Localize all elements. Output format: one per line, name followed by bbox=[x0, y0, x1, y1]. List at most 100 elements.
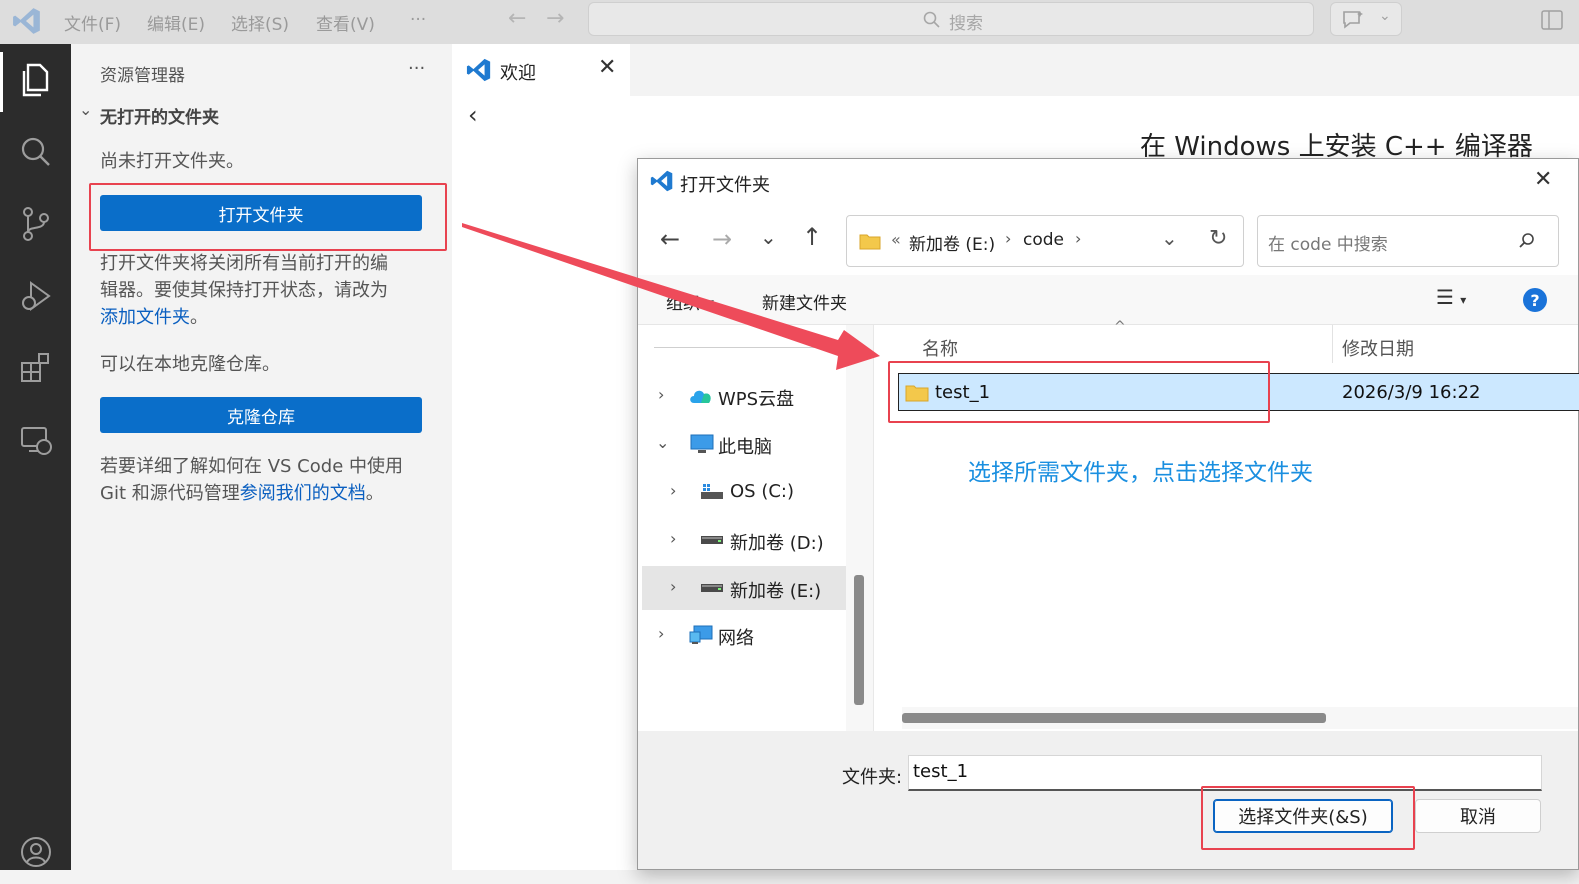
network-icon bbox=[689, 625, 713, 644]
open-folder-button[interactable]: 打开文件夹 bbox=[100, 195, 422, 231]
folder-icon bbox=[859, 234, 881, 250]
os-drive-icon bbox=[701, 484, 723, 499]
chat-button[interactable]: ⌄ bbox=[1330, 2, 1402, 36]
tab-bar: 欢迎 ✕ bbox=[452, 44, 1579, 96]
git-info: 若要详细了解如何在 VS Code 中使用 Git 和源代码管理参阅我们的文档。 bbox=[100, 456, 403, 504]
layout-panel-icon[interactable] bbox=[1540, 8, 1564, 32]
menu-more[interactable]: ··· bbox=[410, 10, 426, 30]
dialog-title: 打开文件夹 bbox=[680, 175, 770, 196]
search-icon bbox=[1519, 233, 1534, 248]
menu-file[interactable]: 文件(F) bbox=[64, 10, 121, 35]
search-placeholder: 在 code 中搜索 bbox=[1268, 235, 1388, 255]
drive-icon bbox=[701, 584, 723, 592]
chevron-down-icon[interactable]: ⌄ bbox=[1161, 226, 1178, 250]
chevron-right-icon: › bbox=[658, 385, 665, 404]
annotation-text: 选择所需文件夹，点击选择文件夹 bbox=[968, 460, 1313, 486]
search-placeholder: 搜索 bbox=[949, 14, 983, 34]
more-actions-icon[interactable]: ··· bbox=[408, 58, 425, 79]
highlight-box bbox=[888, 361, 1270, 423]
close-icon[interactable]: ✕ bbox=[598, 55, 616, 80]
tab-welcome[interactable]: 欢迎 ✕ bbox=[452, 44, 630, 96]
nav-item-this-pc[interactable]: ⌄ 此电脑 bbox=[642, 422, 846, 466]
sidebar-title: 资源管理器 bbox=[100, 66, 185, 86]
go-back-icon[interactable]: ‹ bbox=[468, 101, 478, 129]
refresh-icon[interactable]: ↻ bbox=[1209, 226, 1227, 251]
docs-link[interactable]: 参阅我们的文档 bbox=[240, 483, 366, 504]
account-icon bbox=[20, 837, 51, 867]
source-control-tab[interactable] bbox=[0, 192, 71, 256]
h-scrollbar-thumb[interactable] bbox=[902, 713, 1326, 723]
folder-label: 文件夹: bbox=[842, 767, 903, 788]
nav-item-drive-d[interactable]: › 新加卷 (D:) bbox=[642, 518, 846, 562]
search-tab[interactable] bbox=[0, 120, 71, 184]
select-folder-button[interactable]: 选择文件夹(&S) bbox=[1213, 799, 1393, 833]
view-options-icon[interactable]: ☰ ▾ bbox=[1436, 285, 1466, 309]
command-search[interactable]: 搜索 bbox=[588, 2, 1314, 36]
breadcrumb-drive[interactable]: 新加卷 (E:) bbox=[909, 230, 995, 255]
files-icon bbox=[22, 63, 48, 97]
section-header[interactable]: 无打开的文件夹 bbox=[100, 103, 219, 128]
menu-edit[interactable]: 编辑(E) bbox=[147, 10, 205, 35]
menu-selection[interactable]: 选择(S) bbox=[231, 10, 289, 35]
close-icon[interactable]: ✕ bbox=[1534, 167, 1552, 192]
cancel-button[interactable]: 取消 bbox=[1415, 799, 1541, 833]
title-bar: 文件(F) 编辑(E) 选择(S) 查看(V) ··· ← → 搜索 ⌄ bbox=[0, 0, 1579, 44]
clone-repo-button[interactable]: 克隆仓库 bbox=[100, 397, 422, 433]
vscode-logo-icon bbox=[650, 170, 673, 192]
back-arrow-icon[interactable]: ← bbox=[660, 225, 680, 253]
dialog-search-box[interactable]: 在 code 中搜索 bbox=[1257, 215, 1559, 267]
nav-scrollbar-thumb[interactable] bbox=[854, 575, 864, 705]
chevron-down-icon: ⌄ bbox=[656, 433, 670, 452]
forward-arrow-icon[interactable]: → bbox=[546, 6, 564, 31]
organize-button[interactable]: 组织 ▾ bbox=[666, 289, 714, 314]
extensions-tab[interactable] bbox=[0, 336, 71, 400]
accounts-tab[interactable] bbox=[0, 820, 71, 884]
new-folder-button[interactable]: 新建文件夹 bbox=[762, 289, 847, 314]
menu-view[interactable]: 查看(V) bbox=[316, 10, 375, 35]
file-modified: 2026/3/9 16:22 bbox=[1342, 382, 1481, 403]
nav-item-os-c[interactable]: › OS (C:) bbox=[642, 470, 846, 514]
remote-explorer-icon bbox=[20, 427, 52, 455]
explorer-tab[interactable] bbox=[0, 48, 71, 112]
up-arrow-icon[interactable]: ↑ bbox=[802, 223, 822, 251]
run-debug-tab[interactable] bbox=[0, 264, 71, 328]
cloud-icon bbox=[690, 390, 711, 403]
forward-arrow-icon[interactable]: → bbox=[712, 225, 732, 253]
explorer-sidebar: 资源管理器 ··· ⌄ 无打开的文件夹 尚未打开文件夹。 打开文件夹 打开文件夹… bbox=[71, 44, 452, 870]
chevron-right-icon: › bbox=[1005, 229, 1012, 248]
dialog-toolbar: 组织 ▾ 新建文件夹 ☰ ▾ ? bbox=[638, 275, 1578, 325]
sort-asc-icon: ^ bbox=[1114, 319, 1126, 335]
address-bar[interactable]: « 新加卷 (E:) › code › ⌄ ↻ bbox=[846, 215, 1244, 267]
remote-explorer-tab[interactable] bbox=[0, 408, 71, 472]
add-folder-link[interactable]: 添加文件夹 bbox=[100, 307, 190, 328]
dialog-footer: 文件夹: test_1 选择文件夹(&S) 取消 bbox=[638, 731, 1578, 869]
dialog-title-bar: 打开文件夹 ✕ bbox=[638, 159, 1578, 205]
nav-item-wps-cloud[interactable]: › WPS云盘 bbox=[642, 374, 846, 418]
breadcrumb-overflow[interactable]: « bbox=[891, 230, 901, 249]
vscode-logo-icon bbox=[466, 58, 491, 82]
breadcrumb-folder[interactable]: code bbox=[1023, 230, 1064, 250]
tab-label: 欢迎 bbox=[500, 63, 536, 84]
column-divider bbox=[1332, 325, 1333, 363]
divider bbox=[654, 347, 844, 348]
nav-item-drive-e[interactable]: › 新加卷 (E:) bbox=[642, 566, 846, 610]
source-control-icon bbox=[22, 207, 49, 241]
drive-icon bbox=[701, 536, 723, 544]
search-icon bbox=[923, 11, 940, 28]
recent-locations-icon[interactable]: ⌄ bbox=[760, 225, 777, 249]
chevron-right-icon: › bbox=[670, 529, 677, 548]
chevron-right-icon: › bbox=[670, 481, 677, 500]
nav-item-network[interactable]: › 网络 bbox=[642, 613, 846, 657]
column-header-name[interactable]: 名称 bbox=[922, 335, 958, 361]
vscode-logo-icon bbox=[13, 8, 40, 34]
activity-bar bbox=[0, 44, 71, 870]
folder-name-value: test_1 bbox=[913, 761, 969, 782]
help-icon[interactable]: ? bbox=[1523, 288, 1547, 312]
back-arrow-icon[interactable]: ← bbox=[508, 6, 526, 31]
no-folder-text: 尚未打开文件夹。 bbox=[100, 151, 244, 172]
chat-icon bbox=[1343, 11, 1363, 29]
chevron-down-icon[interactable]: ⌄ bbox=[79, 100, 92, 119]
column-header-modified[interactable]: 修改日期 bbox=[1342, 335, 1414, 361]
chevron-right-icon: › bbox=[1075, 229, 1082, 248]
chevron-right-icon: › bbox=[670, 577, 677, 596]
